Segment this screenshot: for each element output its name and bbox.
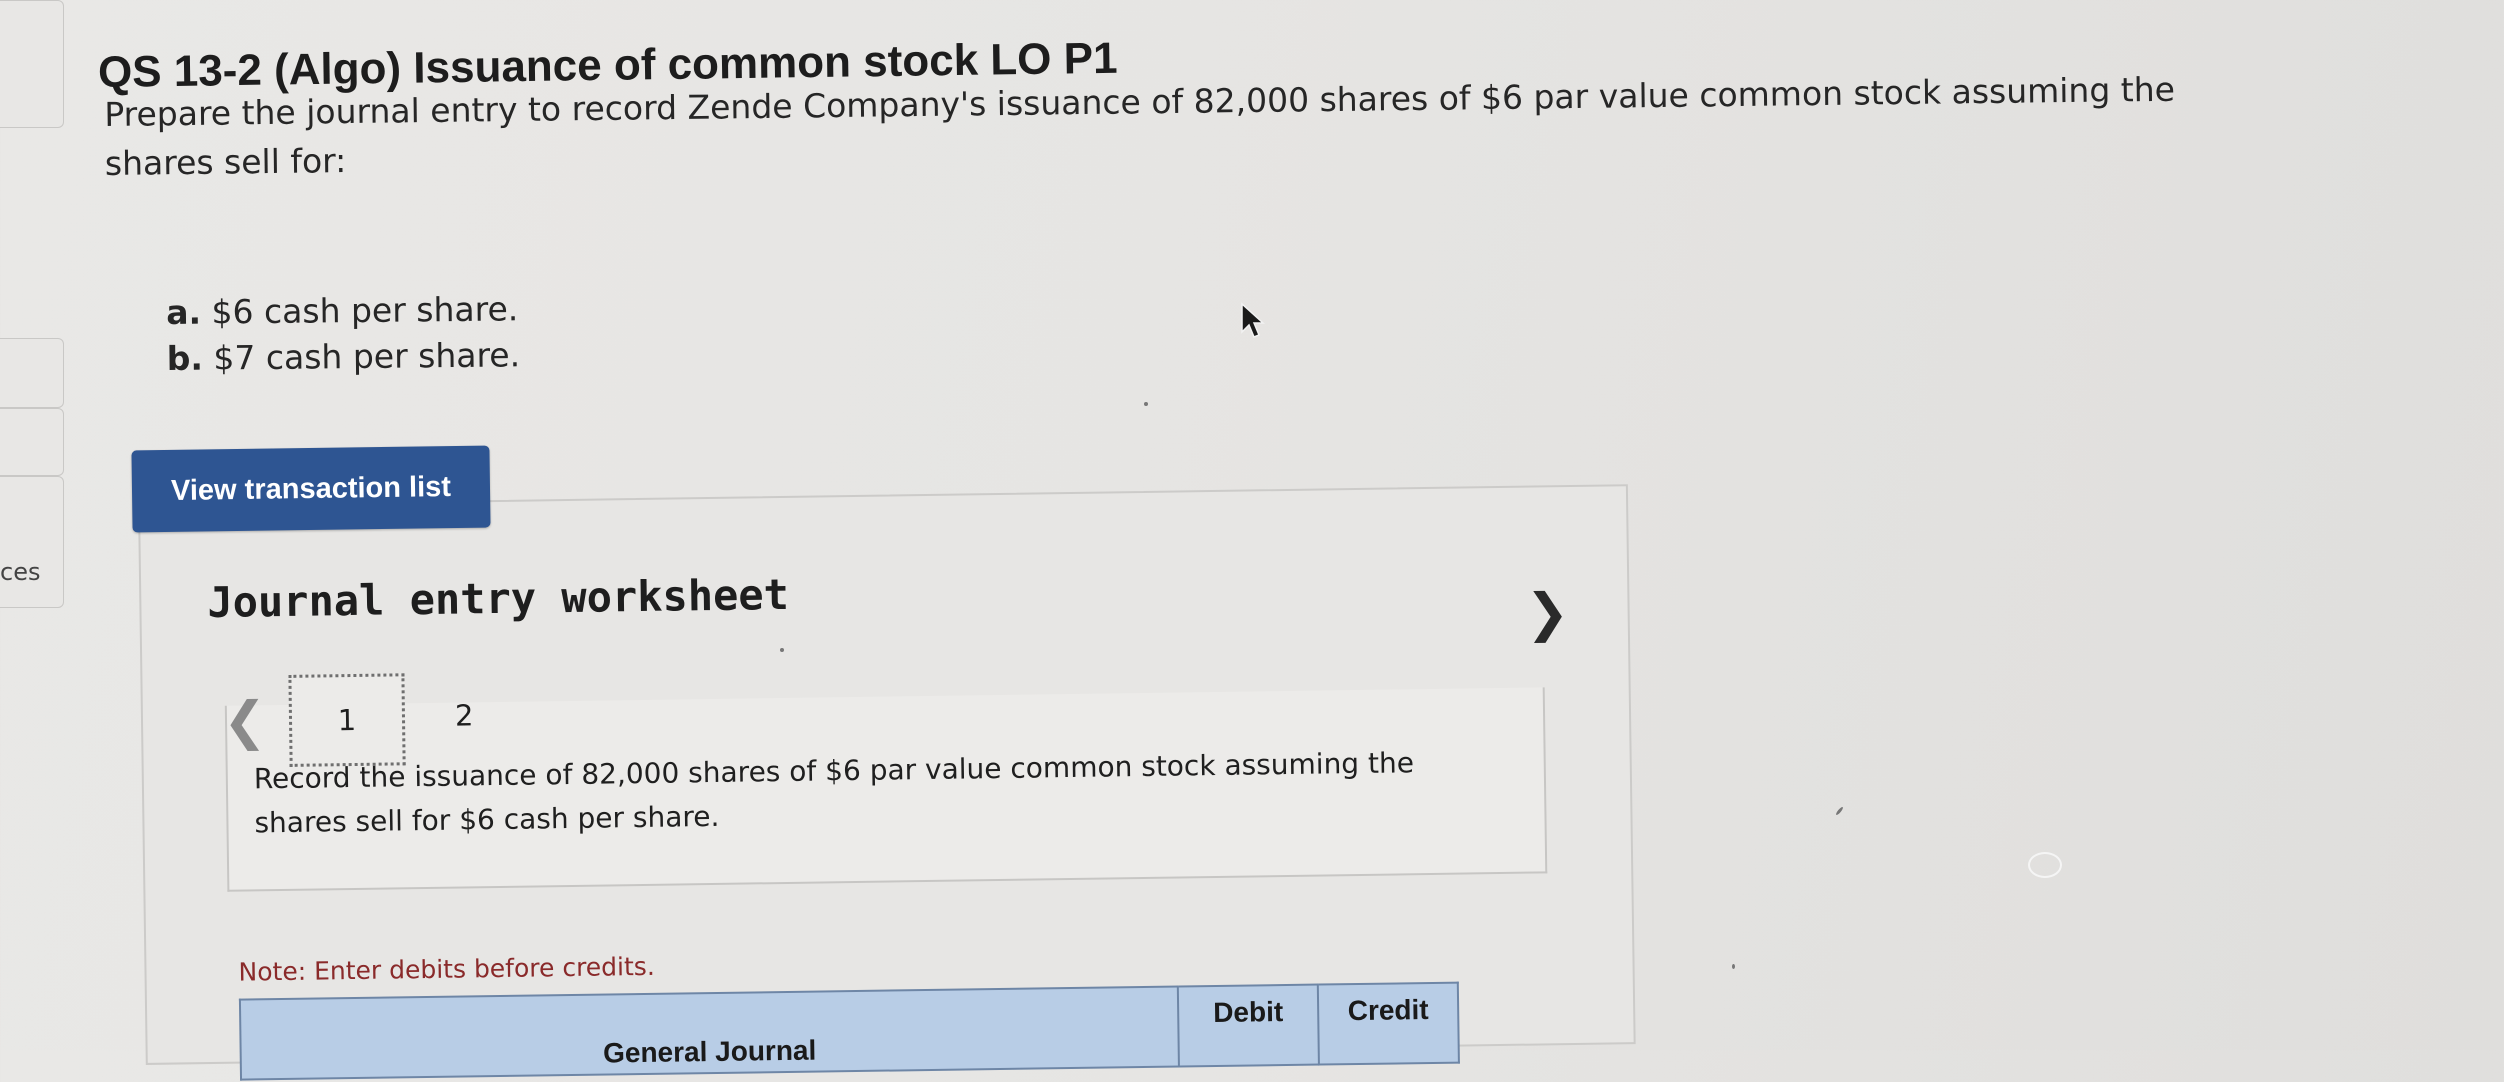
radio-circle-icon (2028, 852, 2062, 878)
part-b-text: $7 cash per share. (213, 335, 521, 378)
step-tab-2[interactable]: 2 (455, 698, 474, 732)
instruction-box: Record the issuance of 82,000 shares of … (224, 687, 1548, 892)
chevron-right-icon[interactable]: ❯ (1525, 583, 1569, 644)
part-a-text: $6 cash per share. (211, 289, 519, 332)
part-a: a. $6 cash per share. (166, 286, 520, 336)
speck (780, 648, 784, 652)
journal-entry-worksheet: Journal entry worksheet ❯ Record the iss… (138, 484, 1636, 1080)
step-tab-1[interactable]: 1 (288, 673, 406, 767)
mouse-cursor-icon (1241, 302, 1265, 338)
general-journal-header-label: General Journal (602, 1034, 817, 1069)
speck (1732, 964, 1735, 969)
speck (1835, 806, 1844, 816)
journal-table: General Journal Debit Credit (239, 982, 1460, 1081)
part-a-letter: a. (166, 292, 202, 332)
side-tab-resources[interactable] (0, 476, 64, 608)
sidebar-resources-label[interactable]: ces (0, 558, 40, 586)
general-journal-header: General Journal (239, 986, 1179, 1080)
journal-table-header-row: General Journal Debit Credit (239, 982, 1459, 1080)
instruction-text: Record the issuance of 82,000 shares of … (253, 746, 1415, 840)
worksheet-title: Journal entry worksheet (207, 569, 790, 628)
side-tab-top[interactable] (0, 0, 64, 128)
side-tab-middle[interactable] (0, 338, 64, 408)
speck (1144, 402, 1148, 406)
side-tab-middle-2[interactable] (0, 408, 64, 476)
part-b-letter: b. (166, 338, 204, 378)
chevron-left-icon[interactable]: ❮ (223, 691, 267, 752)
note-text: Note: Enter debits before credits. (238, 951, 655, 987)
question-parts: a. $6 cash per share. b. $7 cash per sha… (166, 286, 520, 382)
part-b: b. $7 cash per share. (166, 332, 521, 382)
view-transaction-list-button[interactable]: View transaction list (131, 445, 491, 533)
credit-header: Credit (1317, 982, 1459, 1065)
debit-header: Debit (1177, 984, 1319, 1067)
